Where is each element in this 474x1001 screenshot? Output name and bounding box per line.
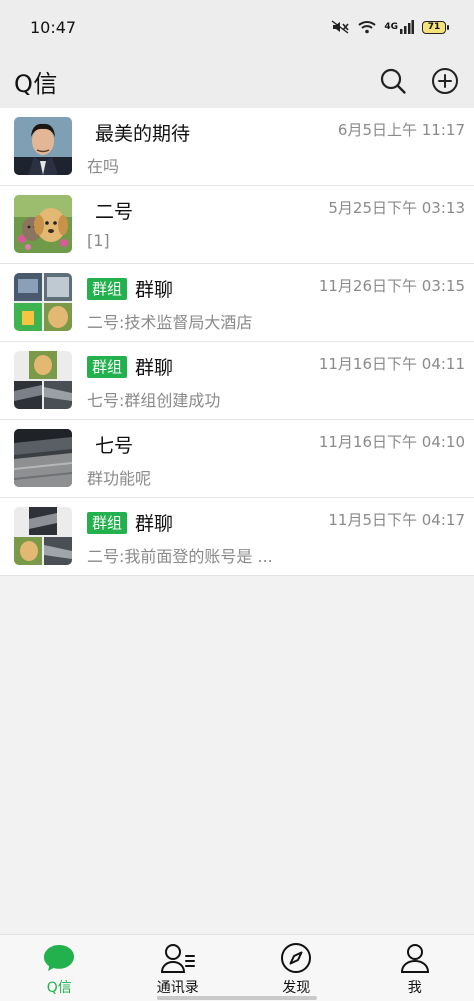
chat-row[interactable]: 群组 群聊 11月16日下午 04:11 七号:群组创建成功: [0, 342, 474, 420]
avatar: [14, 117, 72, 175]
chat-name: 二号: [95, 201, 134, 223]
chat-name: 群聊: [135, 513, 174, 535]
status-icons: 4G 71: [330, 19, 449, 35]
chat-name-line: 群组 群聊: [87, 275, 173, 302]
mute-icon: [330, 19, 350, 35]
compass-icon: [278, 941, 314, 975]
contacts-icon: [160, 941, 196, 975]
group-avatar: [14, 273, 72, 331]
battery-icon: 71: [422, 20, 449, 34]
tab-qxin[interactable]: Q信: [0, 935, 119, 1001]
chat-name: 七号: [95, 435, 134, 457]
tab-discover[interactable]: 发现: [237, 935, 356, 1001]
chat-time: 5月25日下午 03:13: [328, 199, 465, 217]
chat-name-line: 群组 群聊: [87, 509, 173, 536]
chat-row[interactable]: 群组 群聊 11月26日下午 03:15 二号:技术监督局大酒店: [0, 264, 474, 342]
search-icon[interactable]: [378, 66, 408, 96]
chat-name: 群聊: [135, 357, 174, 379]
status-bar: 10:47 4G 71: [0, 0, 474, 54]
header-actions: [378, 66, 460, 96]
chat-name-line: 二号: [87, 197, 133, 224]
chat-time: 11月16日下午 04:11: [318, 355, 465, 373]
chat-time: 11月16日下午 04:10: [318, 433, 465, 451]
person-icon: [397, 941, 433, 975]
chat-time: 11月26日下午 03:15: [318, 277, 465, 295]
signal-icon: [400, 20, 414, 34]
app-header: Q信: [0, 54, 474, 108]
chat-preview: 七号:群组创建成功: [87, 391, 221, 410]
chat-preview: 群功能呢: [87, 469, 152, 488]
chat-row[interactable]: 群组 群聊 11月5日下午 04:17 二号:我前面登的账号是 ...: [0, 498, 474, 576]
chat-name: 群聊: [135, 279, 174, 301]
group-avatar: [14, 507, 72, 565]
chat-name: 最美的期待: [95, 123, 191, 145]
tab-label: 通讯录: [156, 980, 199, 996]
chat-list: 最美的期待 6月5日上午 11:17 在吗 二号 5月25日下午 03:13 […: [0, 108, 474, 576]
chat-row[interactable]: 最美的期待 6月5日上午 11:17 在吗: [0, 108, 474, 186]
chat-row[interactable]: 二号 5月25日下午 03:13 [1]: [0, 186, 474, 264]
chat-preview: [1]: [87, 231, 110, 250]
chat-bubble-icon: [41, 941, 77, 975]
home-indicator[interactable]: [157, 996, 317, 1000]
tab-label: 我: [407, 980, 422, 996]
avatar: [14, 429, 72, 487]
tab-label: Q信: [46, 980, 72, 996]
chat-preview: 二号:技术监督局大酒店: [87, 313, 253, 332]
group-tag: 群组: [87, 511, 128, 534]
group-tag: 群组: [87, 355, 128, 378]
chat-name-line: 七号: [87, 431, 133, 458]
chat-time: 6月5日上午 11:17: [337, 121, 465, 139]
chat-name-line: 最美的期待: [87, 119, 190, 146]
add-icon[interactable]: [430, 66, 460, 96]
chat-preview: 在吗: [87, 157, 120, 176]
tab-label: 发现: [282, 980, 311, 996]
group-tag: 群组: [87, 277, 128, 300]
network-label: 4G: [384, 21, 398, 32]
chat-row[interactable]: 七号 11月16日下午 04:10 群功能呢: [0, 420, 474, 498]
group-avatar: [14, 351, 72, 409]
chat-time: 11月5日下午 04:17: [328, 511, 465, 529]
page-title: Q信: [14, 69, 58, 98]
avatar: [14, 195, 72, 253]
tab-contacts[interactable]: 通讯录: [119, 935, 238, 1001]
status-time: 10:47: [30, 17, 77, 37]
tab-bar: Q信 通讯录 发现 我: [0, 934, 474, 1001]
chat-name-line: 群组 群聊: [87, 353, 173, 380]
chat-preview: 二号:我前面登的账号是 ...: [87, 547, 273, 566]
wifi-icon: [358, 20, 377, 34]
tab-me[interactable]: 我: [356, 935, 474, 1001]
